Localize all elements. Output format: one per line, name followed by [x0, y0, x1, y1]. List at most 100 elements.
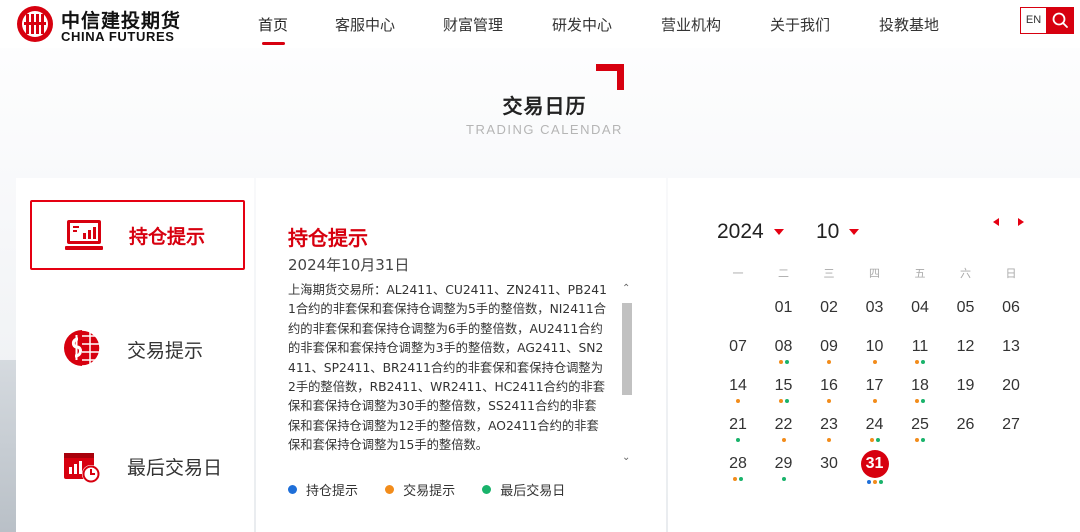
previous-month-arrow-icon[interactable]: [993, 218, 999, 226]
calendar-day-selected[interactable]: 31: [858, 450, 892, 484]
calendar-day[interactable]: 07: [721, 333, 755, 367]
brand-logo[interactable]: 中信建投期货 CHINA FUTURES: [16, 5, 196, 44]
position-monitor-icon: [65, 220, 103, 250]
calendar-legend: 持仓提示 交易提示 最后交易日: [288, 480, 587, 499]
event-dot-last: [739, 477, 743, 481]
nav-wealth-management[interactable]: 财富管理: [443, 14, 503, 35]
nav-home[interactable]: 首页: [258, 14, 288, 35]
day-number: 22: [774, 416, 793, 433]
weekday-label: 五: [914, 267, 926, 280]
legend-label: 交易提示: [403, 484, 456, 499]
event-dot-trade: [736, 399, 740, 403]
event-dot-trade: [915, 438, 919, 442]
day-number: 07: [729, 338, 747, 355]
nav-research[interactable]: 研发中心: [552, 14, 612, 35]
day-number: 23: [820, 416, 838, 433]
calendar-day[interactable]: 26: [949, 411, 983, 445]
weekday-label: 二: [778, 267, 789, 280]
year-select[interactable]: 2024: [717, 220, 784, 244]
calendar-day[interactable]: 11: [903, 333, 937, 367]
day-number: 09: [820, 338, 838, 355]
calendar-day[interactable]: 08: [767, 333, 801, 367]
event-dots: [858, 399, 892, 405]
event-dots: [903, 438, 937, 444]
event-dots: [767, 399, 801, 405]
calendar-day[interactable]: 09: [812, 333, 846, 367]
scroll-down-icon[interactable]: ⌄: [622, 452, 630, 463]
category-position-notice[interactable]: 持仓提示: [30, 200, 245, 270]
scroll-up-icon[interactable]: ⌃: [622, 283, 630, 294]
calendar-day[interactable]: 02: [812, 294, 846, 328]
day-number: 01: [774, 299, 793, 316]
category-trade-notice[interactable]: 交易提示: [30, 314, 245, 384]
day-number: 03: [865, 299, 884, 316]
detail-text[interactable]: 上海期货交易所：AL2411、CU2411、ZN2411、PB2411合约的非套…: [288, 281, 608, 465]
event-dots: [812, 399, 846, 405]
calendar-day[interactable]: 13: [994, 333, 1028, 367]
calendar-day[interactable]: 21: [721, 411, 755, 445]
chart-clock-icon: [64, 453, 100, 483]
event-dot-trade: [827, 360, 831, 364]
calendar-grid: 01 02 03 04 05 06 07 08 09 10 11 12 13 14 15 16 17 18 19 20…: [718, 294, 1038, 494]
event-dot-position: [866, 480, 871, 484]
event-dot-last: [736, 438, 740, 442]
scrollbar-thumb[interactable]: [622, 303, 632, 395]
calendar-day[interactable]: 14: [721, 372, 755, 406]
day-number: 20: [1002, 377, 1020, 394]
calendar-day[interactable]: 15: [767, 372, 801, 406]
day-number: 17: [865, 377, 884, 394]
event-dots: [767, 360, 801, 366]
calendar-day[interactable]: 30: [812, 450, 846, 484]
detail-scrollbar[interactable]: ⌃ ⌄: [620, 283, 634, 463]
calendar-day[interactable]: 06: [994, 294, 1028, 328]
calendar-day[interactable]: 23: [812, 411, 846, 445]
citic-logo-icon: [17, 6, 53, 42]
weekday-label: 四: [869, 267, 880, 280]
calendar-day[interactable]: 17: [858, 372, 892, 406]
event-dot-trade: [872, 480, 877, 484]
calendar-day[interactable]: 20: [994, 372, 1028, 406]
month-select[interactable]: 10: [816, 220, 860, 244]
calendar-panel: 2024 10 一二三四五六日 01 02 03 04 05 06 07 08 09 10 11 12…: [668, 178, 1080, 532]
event-dot-trade: [872, 399, 877, 403]
event-dot-trade: [915, 399, 919, 403]
category-last-trading-day[interactable]: 最后交易日: [30, 430, 245, 500]
day-number: 04: [911, 299, 929, 316]
event-dots: [812, 360, 846, 366]
day-number: 13: [1002, 338, 1020, 355]
event-dot-trade: [781, 438, 786, 442]
calendar-day[interactable]: 25: [903, 411, 937, 445]
day-number: 15: [774, 377, 793, 394]
calendar-day[interactable]: 24: [858, 411, 892, 445]
day-number: 30: [820, 455, 838, 472]
calendar-day[interactable]: 28: [721, 450, 755, 484]
calendar-day[interactable]: 04: [903, 294, 937, 328]
detail-panel: 持仓提示 2024年10月31日 上海期货交易所：AL2411、CU2411、Z…: [256, 178, 666, 532]
day-number: 28: [729, 455, 747, 472]
calendar-day[interactable]: 27: [994, 411, 1028, 445]
day-number: 26: [956, 416, 975, 433]
day-number: 31: [860, 450, 889, 478]
calendar-day[interactable]: 12: [949, 333, 983, 367]
calendar-day[interactable]: 10: [858, 333, 892, 367]
calendar-day[interactable]: 18: [903, 372, 937, 406]
next-month-arrow-icon[interactable]: [1018, 218, 1024, 226]
calendar-day[interactable]: 22: [767, 411, 801, 445]
month-value: 10: [816, 220, 840, 243]
nav-investor-education[interactable]: 投教基地: [879, 14, 939, 35]
language-switch-button[interactable]: EN: [1020, 7, 1047, 34]
calendar-day[interactable]: 03: [858, 294, 892, 328]
nav-customer-service[interactable]: 客服中心: [335, 14, 395, 35]
calendar-day[interactable]: 01: [767, 294, 801, 328]
chevron-down-icon: [849, 229, 860, 235]
calendar-day[interactable]: 19: [949, 372, 983, 406]
calendar-day[interactable]: 16: [812, 372, 846, 406]
calendar-day[interactable]: 05: [949, 294, 983, 328]
nav-about-us[interactable]: 关于我们: [770, 14, 830, 35]
day-number: 25: [911, 416, 929, 433]
search-button[interactable]: [1047, 7, 1074, 34]
event-dots: [812, 438, 846, 444]
event-dots: [858, 438, 892, 444]
nav-branches[interactable]: 营业机构: [661, 14, 721, 35]
calendar-day[interactable]: 29: [767, 450, 801, 484]
